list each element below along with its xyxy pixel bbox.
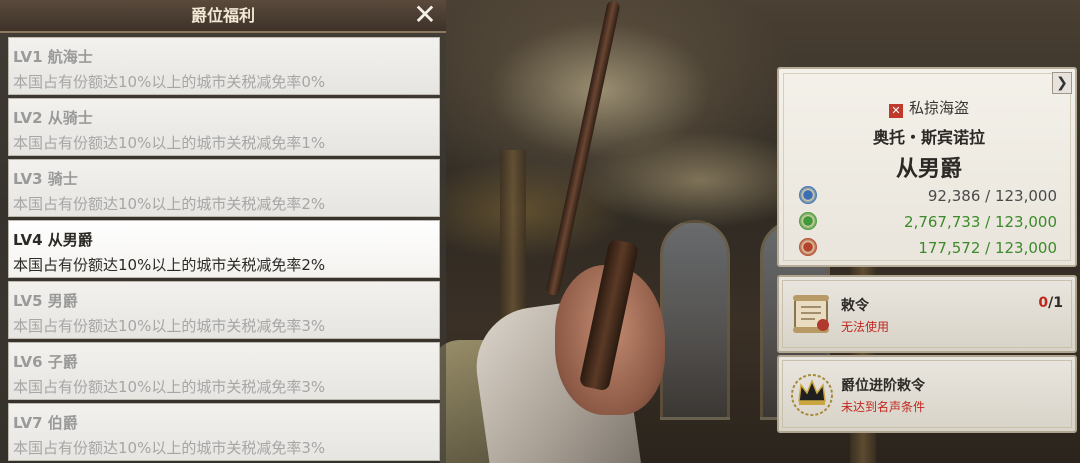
level-name: LV3 骑士 bbox=[13, 170, 78, 188]
promotion-edict-card[interactable]: 爵位进阶敕令 未达到名声条件 bbox=[777, 355, 1077, 433]
level-benefit: 本国占有份额达10%以上的城市关税减免率2% bbox=[13, 256, 326, 274]
promotion-status: 未达到名声条件 bbox=[841, 400, 926, 414]
peerage-level-item[interactable]: LV4 从男爵本国占有份额达10%以上的城市关税减免率2% bbox=[8, 220, 440, 278]
peerage-level-item[interactable]: LV7 伯爵本国占有份额达10%以上的城市关税减免率3% bbox=[8, 403, 440, 461]
fame-stat-row: 177,572 / 123,000 bbox=[799, 238, 1057, 258]
current-rank: 从男爵 bbox=[895, 157, 962, 182]
close-button[interactable]: ✕ bbox=[410, 0, 440, 31]
blue-laurel-medal-icon bbox=[799, 186, 817, 204]
edict-count-current: 0 bbox=[1038, 295, 1049, 311]
panel-header: 爵位福利 ✕ bbox=[0, 0, 446, 33]
fame-stat-value: 2,767,733 / 123,000 bbox=[904, 213, 1057, 231]
fame-stat-value: 177,572 / 123,000 bbox=[918, 239, 1057, 257]
peerage-profile-card: ❯ ✕ 私掠海盗 奥托・斯宾诺拉 从男爵 92,386 / 123,000 2,76… bbox=[777, 67, 1077, 267]
level-benefit: 本国占有份额达10%以上的城市关税减免率1% bbox=[13, 134, 326, 152]
peerage-level-item[interactable]: LV1 航海士本国占有份额达10%以上的城市关税减免率0% bbox=[8, 37, 440, 95]
chevron-right-icon: ❯ bbox=[1056, 75, 1068, 91]
fame-stat-row: 2,767,733 / 123,000 bbox=[799, 212, 1057, 232]
edict-count-total: /1 bbox=[1048, 295, 1063, 311]
close-icon: ✕ bbox=[413, 0, 437, 31]
level-name: LV4 从男爵 bbox=[13, 231, 93, 249]
edict-card[interactable]: 敕令 无法使用 0/1 bbox=[777, 275, 1077, 353]
promotion-title: 爵位进阶敕令 bbox=[841, 378, 925, 394]
green-laurel-medal-icon bbox=[799, 212, 817, 230]
level-benefit: 本国占有份额达10%以上的城市关税减免率2% bbox=[13, 195, 326, 213]
faction-label: ✕ 私掠海盗 bbox=[779, 97, 1079, 118]
faction-name: 私掠海盗 bbox=[908, 99, 969, 117]
crown-icon bbox=[791, 374, 833, 416]
level-name: LV6 子爵 bbox=[13, 353, 78, 371]
character-name: 奥托・斯宾诺拉 bbox=[872, 128, 985, 147]
level-name: LV5 男爵 bbox=[13, 292, 78, 310]
peerage-benefits-panel: 爵位福利 ✕ LV1 航海士 本国占有份额达10%以上的城市关税减免率0% LV2 … bbox=[0, 0, 446, 463]
edict-title: 敕令 bbox=[841, 298, 869, 314]
peerage-level-item[interactable]: LV2 从骑士本国占有份额达10%以上的城市关税减免率1% bbox=[8, 98, 440, 156]
peerage-level-list: LV1 航海士 本国占有份额达10%以上的城市关税减免率0% LV2 从骑士 本国占有… bbox=[8, 37, 440, 463]
level-name: LV7 伯爵 bbox=[13, 414, 78, 432]
edict-count: 0/1 bbox=[1038, 295, 1063, 311]
level-benefit: 本国占有份额达10%以上的城市关税减免率3% bbox=[13, 439, 326, 457]
level-benefit: 本国占有份额达10%以上的城市关税减免率3% bbox=[13, 378, 326, 396]
scroll-icon bbox=[793, 295, 829, 333]
peerage-level-item[interactable]: LV5 男爵本国占有份额达10%以上的城市关税减免率3% bbox=[8, 281, 440, 339]
fame-stat-row: 92,386 / 123,000 bbox=[799, 186, 1057, 206]
crossed-swords-icon: ✕ bbox=[888, 104, 903, 118]
peerage-level-item[interactable]: LV3 骑士本国占有份额达10%以上的城市关税减免率2% bbox=[8, 159, 440, 217]
red-laurel-medal-icon bbox=[799, 238, 817, 256]
next-arrow-button[interactable]: ❯ bbox=[1052, 72, 1072, 94]
peerage-level-item[interactable]: LV6 子爵本国占有份额达10%以上的城市关税减免率3% bbox=[8, 342, 440, 400]
level-benefit: 本国占有份额达10%以上的城市关税减免率3% bbox=[13, 317, 326, 335]
fame-stat-value: 92,386 / 123,000 bbox=[927, 187, 1057, 205]
level-benefit: 本国占有份额达10%以上的城市关税减免率0% bbox=[13, 73, 326, 91]
background-window bbox=[660, 220, 730, 420]
level-name: LV2 从骑士 bbox=[13, 109, 93, 127]
panel-title: 爵位福利 bbox=[190, 6, 255, 25]
edict-status: 无法使用 bbox=[841, 320, 890, 334]
level-name: LV1 航海士 bbox=[13, 48, 93, 66]
